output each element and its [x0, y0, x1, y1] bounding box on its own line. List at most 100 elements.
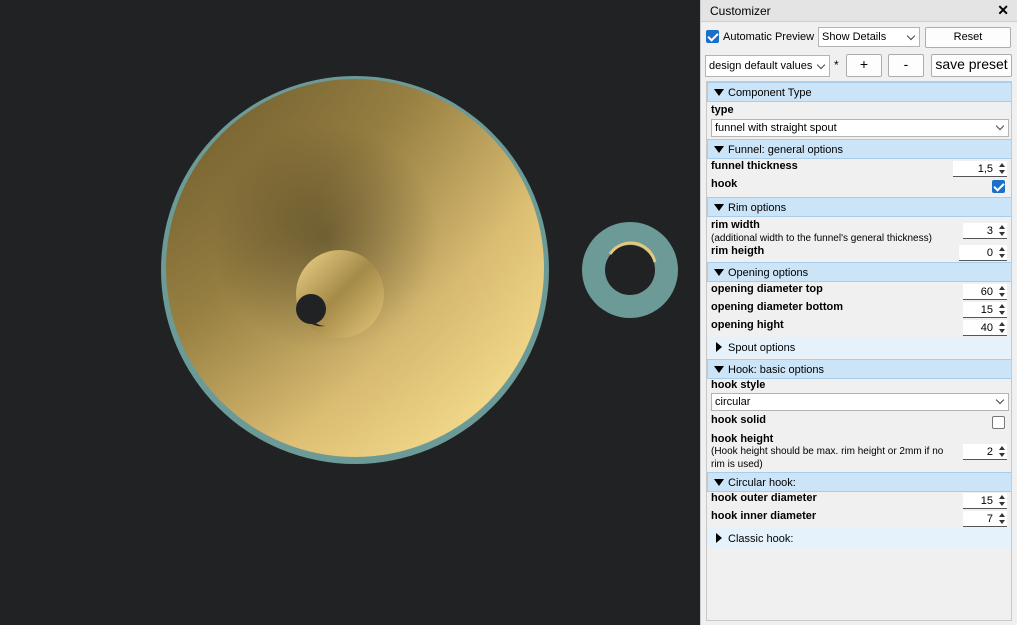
customizer-title: Customizer	[710, 4, 771, 18]
section-label: Spout options	[728, 342, 796, 354]
opening-bottom-label: opening diameter bottom	[711, 301, 843, 313]
funnel-thickness-label: funnel thickness	[711, 160, 798, 172]
rim-width-label: rim width	[711, 219, 760, 231]
collapsed-arrow-icon	[716, 342, 722, 352]
expanded-arrow-icon	[714, 146, 724, 153]
hook-height-label: hook height	[711, 433, 774, 445]
customizer-titlebar: Customizer ✕	[701, 0, 1017, 22]
rim-height-spinbox[interactable]: 0	[959, 245, 1007, 261]
remove-preset-button[interactable]: -	[888, 54, 924, 77]
preset-select[interactable]: design default values	[705, 55, 830, 77]
section-component-type[interactable]: Component Type	[707, 82, 1011, 102]
hook-style-label: hook style	[711, 379, 766, 391]
section-hook-basic[interactable]: Hook: basic options	[707, 359, 1011, 379]
section-circular-hook[interactable]: Circular hook:	[707, 472, 1011, 492]
spin-down-icon[interactable]	[999, 232, 1005, 236]
preview-viewport[interactable]	[0, 0, 700, 625]
hook-outer-label: hook outer diameter	[711, 492, 817, 504]
rim-height-label: rim heigth	[711, 245, 765, 257]
chevron-down-icon	[906, 31, 916, 41]
parameters-list[interactable]: Component Type type funnel with straight…	[706, 81, 1012, 621]
spinbox-value: 0	[986, 247, 993, 259]
spin-up-icon[interactable]	[999, 513, 1005, 517]
section-label: Rim options	[728, 202, 787, 214]
spinbox-value: 15	[980, 304, 993, 316]
section-label: Circular hook:	[728, 477, 796, 489]
hook-height-description-2: rim is used)	[711, 459, 763, 470]
spin-up-icon[interactable]	[999, 247, 1005, 251]
spin-up-icon[interactable]	[999, 286, 1005, 290]
spin-up-icon[interactable]	[999, 163, 1005, 167]
section-label: Hook: basic options	[728, 364, 824, 376]
expanded-arrow-icon	[714, 479, 724, 486]
spinbox-value: 1,5	[977, 163, 993, 175]
funnel-render	[161, 76, 678, 464]
section-rim-options[interactable]: Rim options	[707, 197, 1011, 217]
spin-down-icon[interactable]	[999, 329, 1005, 333]
hook-label: hook	[711, 178, 738, 190]
spinbox-value: 7	[986, 513, 993, 525]
hook-height-description-1: (Hook height should be max. rim height o…	[711, 446, 944, 457]
hook-style-select-value: circular	[715, 396, 751, 408]
section-spout-options[interactable]: Spout options	[707, 337, 1011, 357]
hook-height-spinbox[interactable]: 2	[963, 444, 1007, 460]
section-label: Component Type	[728, 87, 812, 99]
opening-bottom-spinbox[interactable]: 15	[963, 302, 1007, 318]
reset-button[interactable]: Reset	[925, 27, 1011, 48]
automatic-preview-label: Automatic Preview	[723, 31, 815, 43]
rim-width-spinbox[interactable]: 3	[963, 223, 1007, 239]
spin-down-icon[interactable]	[999, 502, 1005, 506]
spin-down-icon[interactable]	[999, 311, 1005, 315]
save-preset-button[interactable]: save preset	[931, 54, 1012, 77]
expanded-arrow-icon	[714, 269, 724, 276]
hook-checkbox[interactable]	[992, 180, 1005, 193]
chevron-down-icon	[995, 121, 1005, 131]
spin-up-icon[interactable]	[999, 322, 1005, 326]
chevron-down-icon	[816, 60, 826, 70]
opening-hight-spinbox[interactable]: 40	[963, 320, 1007, 336]
spin-down-icon[interactable]	[999, 254, 1005, 258]
spinbox-value: 2	[986, 446, 993, 458]
collapsed-arrow-icon	[716, 533, 722, 543]
section-opening-options[interactable]: Opening options	[707, 262, 1011, 282]
hook-style-select[interactable]: circular	[711, 393, 1009, 411]
rim-width-description: (additional width to the funnel's genera…	[711, 233, 932, 244]
section-label: Opening options	[728, 267, 809, 279]
type-label: type	[711, 104, 734, 116]
preset-select-value: design default values	[709, 60, 813, 72]
section-classic-hook[interactable]: Classic hook:	[707, 528, 1011, 548]
automatic-preview-checkbox[interactable]	[706, 30, 719, 43]
customizer-panel: Customizer ✕ Automatic Preview Show Deta…	[700, 0, 1017, 625]
section-label: Funnel: general options	[728, 144, 843, 156]
funnel-spout	[296, 250, 384, 338]
spinbox-value: 40	[980, 322, 993, 334]
expanded-arrow-icon	[714, 89, 724, 96]
spin-up-icon[interactable]	[999, 495, 1005, 499]
opening-top-label: opening diameter top	[711, 283, 823, 295]
spinbox-value: 3	[986, 225, 993, 237]
hook-inner-spinbox[interactable]: 7	[963, 511, 1007, 527]
spin-down-icon[interactable]	[999, 170, 1005, 174]
opening-top-spinbox[interactable]: 60	[963, 284, 1007, 300]
details-select[interactable]: Show Details	[818, 27, 920, 47]
spin-up-icon[interactable]	[999, 304, 1005, 308]
preset-modified-marker: *	[834, 58, 839, 72]
type-select-value: funnel with straight spout	[715, 122, 837, 134]
section-label: Classic hook:	[728, 533, 794, 545]
spin-down-icon[interactable]	[999, 453, 1005, 457]
spin-down-icon[interactable]	[999, 293, 1005, 297]
close-icon[interactable]: ✕	[997, 2, 1009, 19]
hook-solid-label: hook solid	[711, 414, 766, 426]
details-select-value: Show Details	[822, 31, 887, 43]
spin-down-icon[interactable]	[999, 520, 1005, 524]
hook-outer-spinbox[interactable]: 15	[963, 493, 1007, 509]
chevron-down-icon	[995, 395, 1005, 405]
spinbox-value: 15	[980, 495, 993, 507]
funnel-thickness-spinbox[interactable]: 1,5	[953, 161, 1007, 177]
section-funnel-general[interactable]: Funnel: general options	[707, 139, 1011, 159]
spin-up-icon[interactable]	[999, 225, 1005, 229]
type-select[interactable]: funnel with straight spout	[711, 119, 1009, 137]
hook-solid-checkbox[interactable]	[992, 416, 1005, 429]
add-preset-button[interactable]: +	[846, 54, 882, 77]
spin-up-icon[interactable]	[999, 446, 1005, 450]
